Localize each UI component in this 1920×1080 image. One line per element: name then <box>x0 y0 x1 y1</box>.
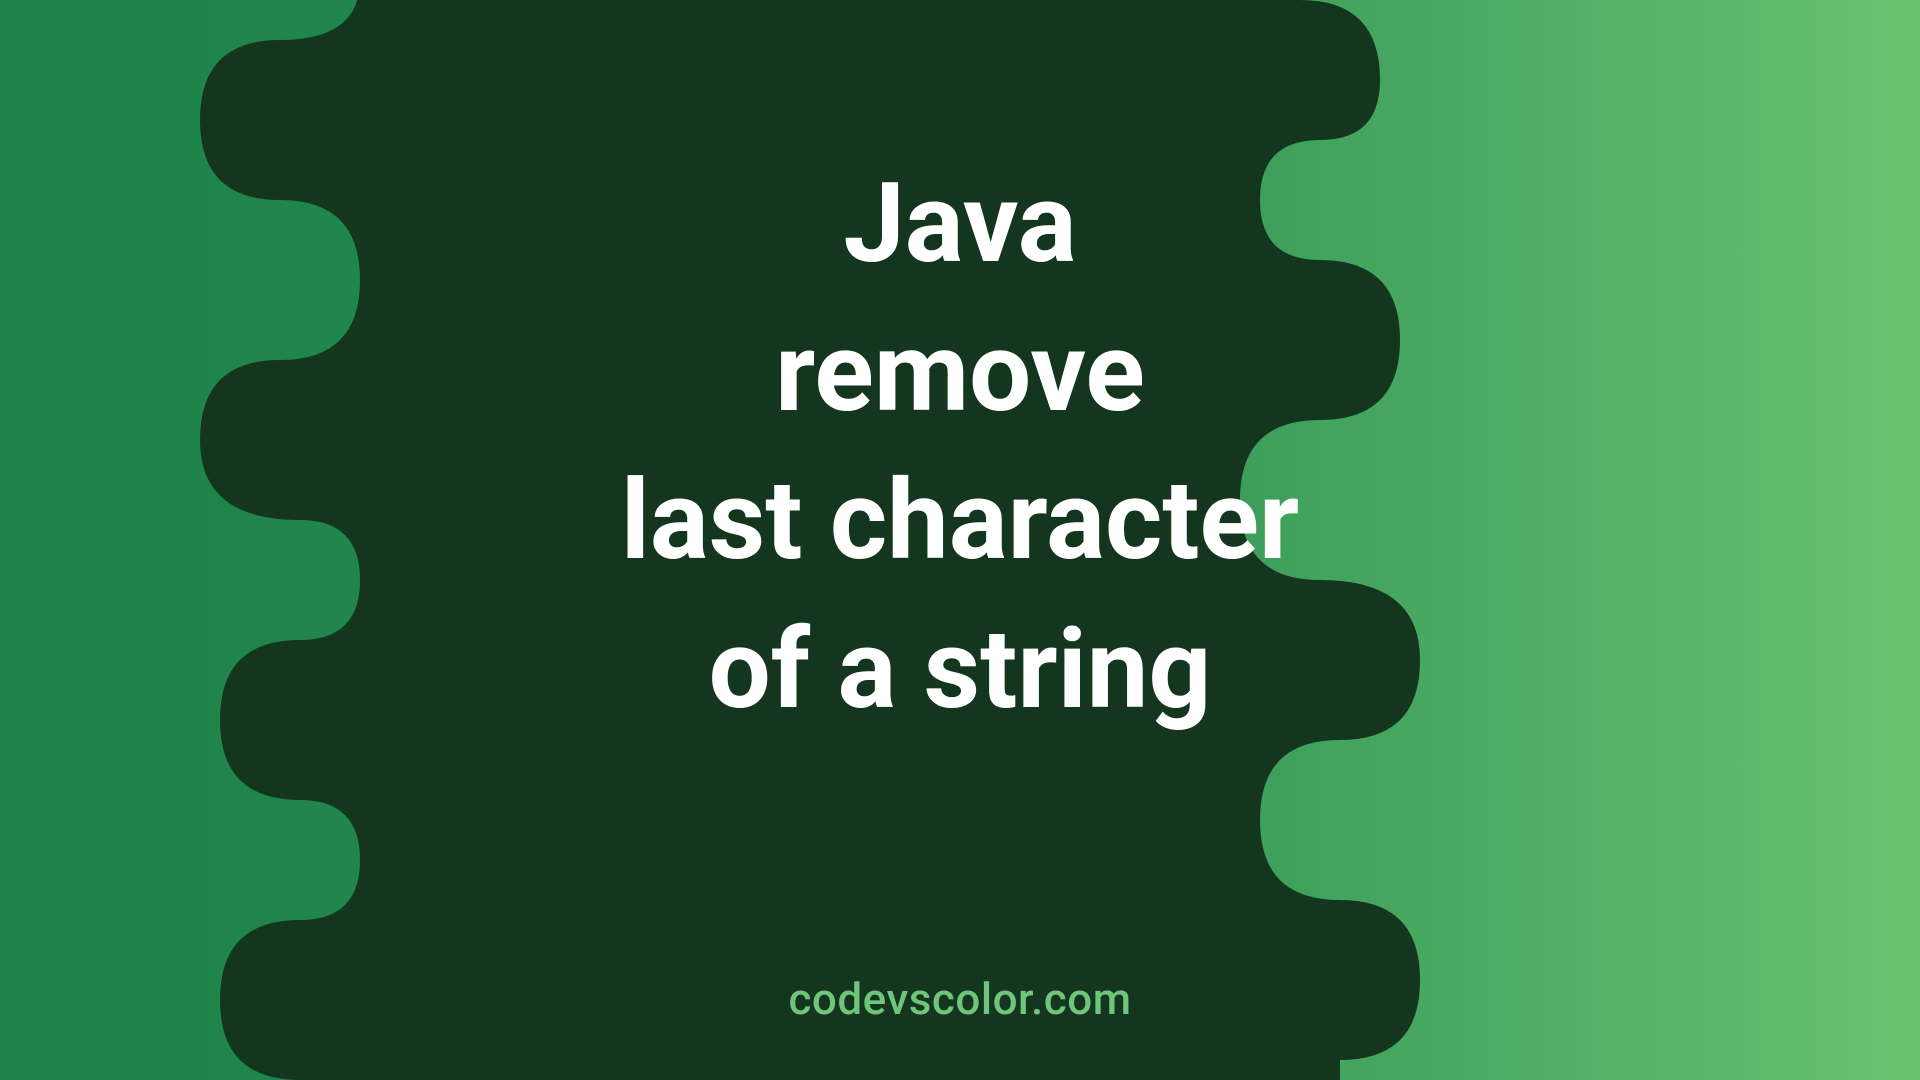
title-line-3: last character <box>0 447 1920 596</box>
watermark-text: codevscolor.com <box>0 973 1920 1025</box>
hero-title: Java remove last character of a string <box>0 150 1920 744</box>
title-line-2: remove <box>0 299 1920 448</box>
hero-banner: Java remove last character of a string c… <box>0 0 1920 1080</box>
title-line-1: Java <box>0 150 1920 299</box>
title-line-4: of a string <box>0 596 1920 745</box>
